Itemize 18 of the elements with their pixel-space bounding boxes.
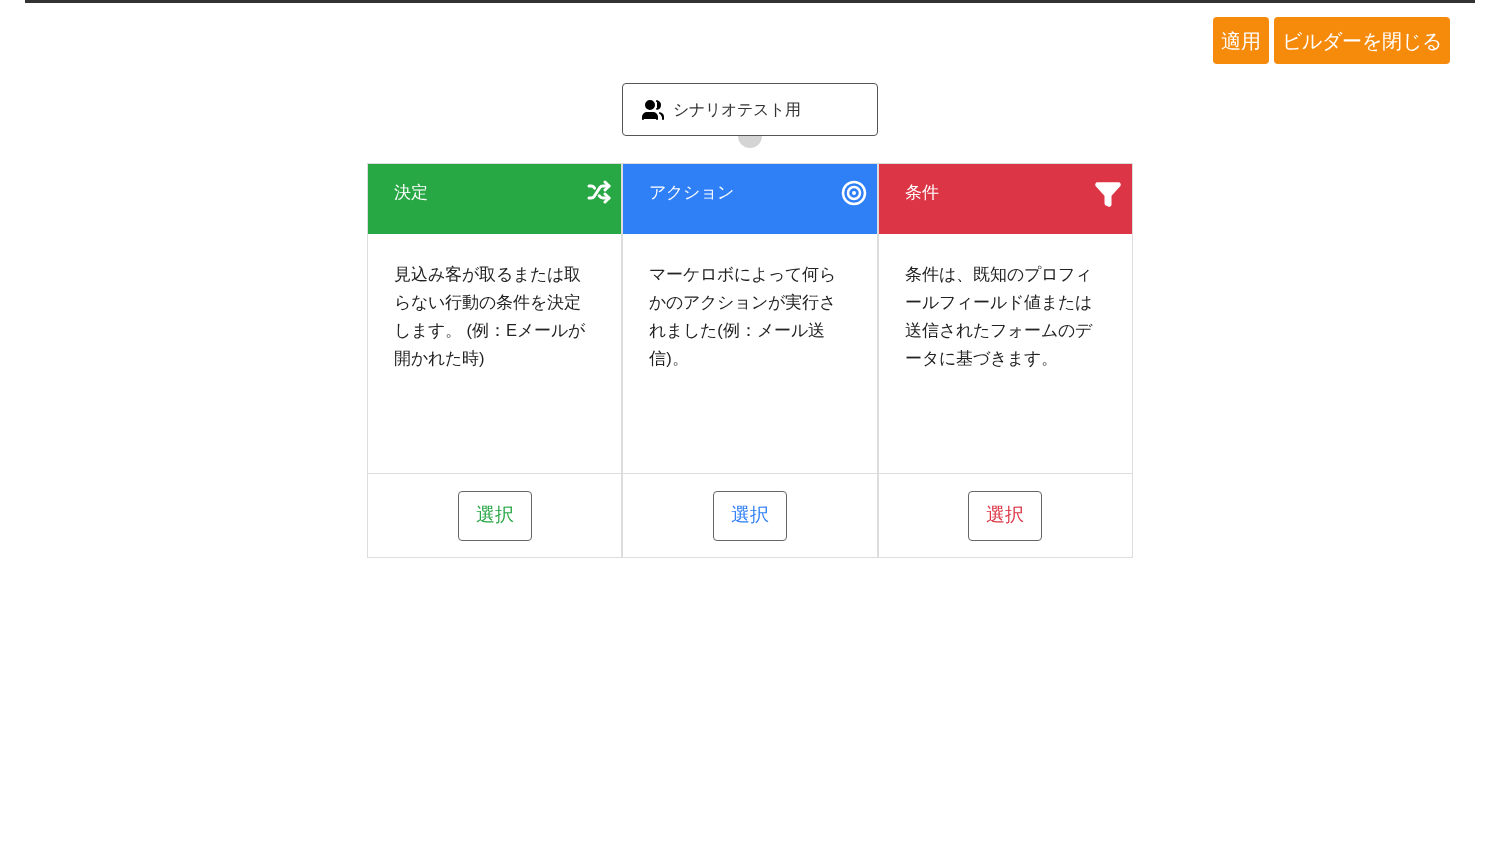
shuffle-icon <box>587 180 612 204</box>
filter-icon <box>1094 180 1122 208</box>
card-title: 条件 <box>904 182 939 204</box>
start-node[interactable]: シナリオテスト用 <box>622 83 878 136</box>
card-description: 見込み客が取るまたは取らない行動の条件を決定します。 (例：Eメールが開かれた時) <box>394 264 587 369</box>
select-button[interactable]: 選択 <box>713 490 787 541</box>
target-icon <box>840 180 867 206</box>
card-description: 条件は、既知のプロフィールフィールド値または送信されたフォームのデータに基づきます。 <box>904 264 1094 369</box>
select-button[interactable]: 選択 <box>457 490 532 541</box>
card-title: アクション <box>649 182 735 204</box>
connector-handle[interactable] <box>738 136 762 148</box>
node-label: シナリオテスト用 <box>673 99 801 120</box>
card-title: 決定 <box>394 182 428 204</box>
select-button[interactable]: 選択 <box>968 490 1043 541</box>
toolbar-button[interactable]: ビルダーを閉じる <box>1274 17 1450 64</box>
card-description: マーケロボによって何らかのアクションが実行されました(例：メール送信)。 <box>649 264 838 369</box>
toolbar-button[interactable]: 適用 <box>1213 17 1269 64</box>
users-icon <box>641 97 665 122</box>
